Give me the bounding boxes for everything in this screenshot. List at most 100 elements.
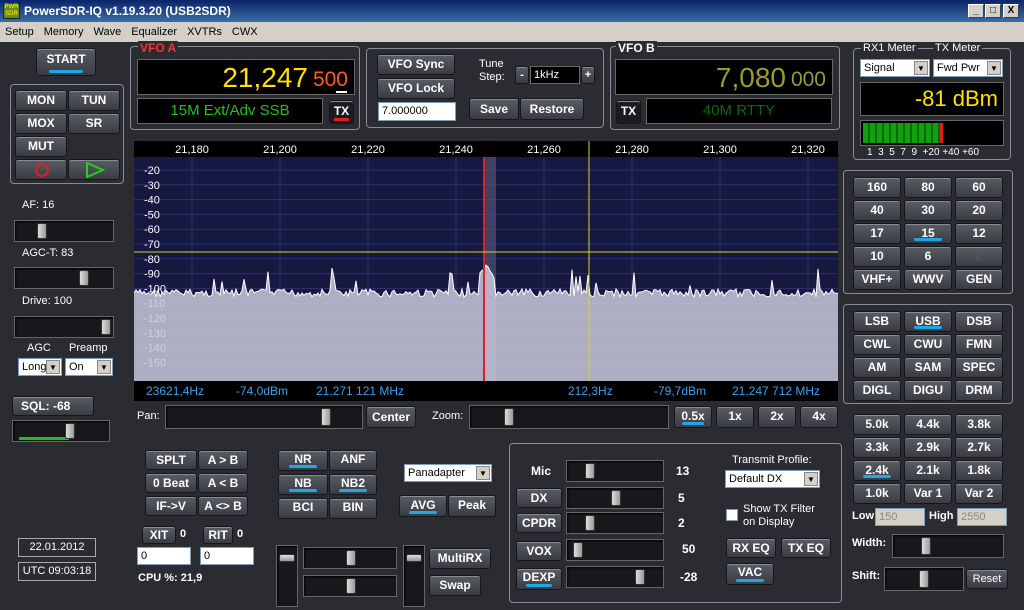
xit-button[interactable]: XIT bbox=[142, 526, 176, 544]
width-thumb[interactable] bbox=[921, 537, 931, 555]
rx-meter-select[interactable]: Signal ▼ bbox=[860, 59, 930, 77]
dx-slider[interactable] bbox=[566, 487, 664, 509]
split-button[interactable]: SPLT bbox=[145, 450, 197, 470]
band-button-80[interactable]: 80 bbox=[904, 177, 952, 198]
af-thumb[interactable] bbox=[37, 223, 47, 239]
dx-button[interactable]: DX bbox=[516, 488, 562, 508]
mic-thumb[interactable] bbox=[585, 463, 595, 479]
sql-slider[interactable] bbox=[12, 420, 110, 442]
swap-button[interactable]: Swap bbox=[429, 575, 481, 596]
vertical-slider-left-thumb[interactable] bbox=[279, 554, 295, 562]
low-input[interactable]: 150 bbox=[875, 508, 925, 526]
zoom-slider[interactable] bbox=[469, 405, 669, 429]
mic-slider[interactable] bbox=[566, 460, 664, 482]
vertical-slider-right[interactable] bbox=[403, 545, 425, 607]
pan-thumb[interactable] bbox=[321, 408, 331, 426]
bin-button[interactable]: BIN bbox=[329, 498, 377, 519]
anf-button[interactable]: ANF bbox=[329, 450, 377, 471]
tx-meter-select[interactable]: Fwd Pwr ▼ bbox=[933, 59, 1003, 77]
display-mode-select[interactable]: Panadapter ▼ bbox=[404, 464, 492, 482]
band-button-160[interactable]: 160 bbox=[853, 177, 901, 198]
play-button[interactable] bbox=[68, 159, 120, 180]
pan-slider[interactable] bbox=[165, 405, 363, 429]
step-minus-button[interactable]: - bbox=[515, 66, 529, 84]
save-button[interactable]: Save bbox=[469, 98, 519, 120]
width-slider[interactable] bbox=[892, 534, 1004, 558]
af-rx2-thumb[interactable] bbox=[346, 578, 356, 594]
vox-slider[interactable] bbox=[566, 539, 664, 561]
vfo-b-tx-button[interactable]: TX bbox=[616, 100, 641, 124]
mode-button-dsb[interactable]: DSB bbox=[955, 311, 1003, 332]
shift-thumb[interactable] bbox=[919, 570, 929, 588]
vertical-slider-right-thumb[interactable] bbox=[406, 554, 422, 562]
vox-button[interactable]: VOX bbox=[516, 541, 562, 561]
mon-button[interactable]: MON bbox=[15, 90, 67, 111]
band-button-30[interactable]: 30 bbox=[904, 200, 952, 221]
menu-setup[interactable]: Setup bbox=[5, 26, 34, 38]
vfo-lock-button[interactable]: VFO Lock bbox=[377, 78, 455, 99]
rit-button[interactable]: RIT bbox=[203, 526, 233, 544]
dexp-thumb[interactable] bbox=[635, 569, 645, 585]
cpdr-slider[interactable] bbox=[566, 512, 664, 534]
agc-select[interactable]: Long ▼ bbox=[18, 358, 62, 376]
band-button-wwv[interactable]: WWV bbox=[904, 269, 952, 290]
rx-eq-button[interactable]: RX EQ bbox=[726, 538, 776, 558]
mode-button-cwu[interactable]: CWU bbox=[904, 334, 952, 355]
a-swap-b-button[interactable]: A <> B bbox=[198, 496, 248, 516]
step-plus-button[interactable]: + bbox=[581, 66, 595, 84]
agct-thumb[interactable] bbox=[79, 270, 89, 286]
minimize-button[interactable]: _ bbox=[968, 4, 984, 18]
band-button-10[interactable]: 10 bbox=[853, 246, 901, 267]
preamp-select[interactable]: On ▼ bbox=[65, 358, 113, 376]
filter-button-2-1k[interactable]: 2.1k bbox=[904, 460, 952, 481]
mode-button-fmn[interactable]: FMN bbox=[955, 334, 1003, 355]
filter-button-1-0k[interactable]: 1.0k bbox=[853, 483, 901, 504]
mode-button-lsb[interactable]: LSB bbox=[853, 311, 901, 332]
band-button-12[interactable]: 12 bbox=[955, 223, 1003, 244]
zero-beat-button[interactable]: 0 Beat bbox=[145, 473, 197, 493]
mode-button-sam[interactable]: SAM bbox=[904, 357, 952, 378]
filter-button-5-0k[interactable]: 5.0k bbox=[853, 414, 901, 435]
mode-button-usb[interactable]: USB bbox=[904, 311, 952, 332]
vfo-sync-button[interactable]: VFO Sync bbox=[377, 54, 455, 75]
filter-button-1-8k[interactable]: 1.8k bbox=[955, 460, 1003, 481]
xit-input[interactable]: 0 bbox=[137, 547, 191, 565]
band-button-40[interactable]: 40 bbox=[853, 200, 901, 221]
panadapter[interactable]: 21,180 21,200 21,220 21,240 21,260 21,280 21,3… bbox=[133, 141, 838, 381]
cpdr-thumb[interactable] bbox=[585, 515, 595, 531]
vox-thumb[interactable] bbox=[573, 542, 583, 558]
af-slider[interactable] bbox=[14, 220, 114, 242]
zoom-2x-button[interactable]: 2x bbox=[758, 406, 796, 428]
sql-button[interactable]: SQL: -68 bbox=[12, 396, 94, 416]
center-button[interactable]: Center bbox=[366, 406, 416, 428]
shift-slider[interactable] bbox=[884, 567, 964, 591]
sr-button[interactable]: SR bbox=[68, 113, 120, 134]
tx-eq-button[interactable]: TX EQ bbox=[781, 538, 831, 558]
zoom-1x-button[interactable]: 1x bbox=[716, 406, 754, 428]
menu-xvtrs[interactable]: XVTRs bbox=[187, 26, 222, 38]
af-rx1-thumb[interactable] bbox=[346, 550, 356, 566]
vertical-slider-left[interactable] bbox=[276, 545, 298, 607]
band-button-gen[interactable]: GEN bbox=[955, 269, 1003, 290]
dexp-button[interactable]: DEXP bbox=[516, 568, 562, 590]
drive-slider[interactable] bbox=[14, 316, 114, 338]
nr-button[interactable]: NR bbox=[278, 450, 328, 471]
filter-button-3-8k[interactable]: 3.8k bbox=[955, 414, 1003, 435]
menu-memory[interactable]: Memory bbox=[44, 26, 84, 38]
zoom-thumb[interactable] bbox=[504, 408, 514, 426]
rit-input[interactable]: 0 bbox=[200, 547, 254, 565]
multirx-button[interactable]: MultiRX bbox=[429, 548, 491, 569]
show-tx-filter-checkbox[interactable] bbox=[726, 509, 738, 521]
high-input[interactable]: 2550 bbox=[957, 508, 1007, 526]
zoom-4x-button[interactable]: 4x bbox=[800, 406, 838, 428]
dx-thumb[interactable] bbox=[611, 490, 621, 506]
cpdr-button[interactable]: CPDR bbox=[516, 513, 562, 533]
mox-button[interactable]: MOX bbox=[15, 113, 67, 134]
sql-thumb[interactable] bbox=[65, 423, 75, 439]
avg-button[interactable]: AVG bbox=[399, 495, 447, 517]
band-button-15[interactable]: 15 bbox=[904, 223, 952, 244]
a-to-b-button[interactable]: A > B bbox=[198, 450, 248, 470]
filter-button-4-4k[interactable]: 4.4k bbox=[904, 414, 952, 435]
mode-button-digu[interactable]: DIGU bbox=[904, 380, 952, 401]
transmit-profile-select[interactable]: Default DX ▼ bbox=[725, 470, 820, 488]
